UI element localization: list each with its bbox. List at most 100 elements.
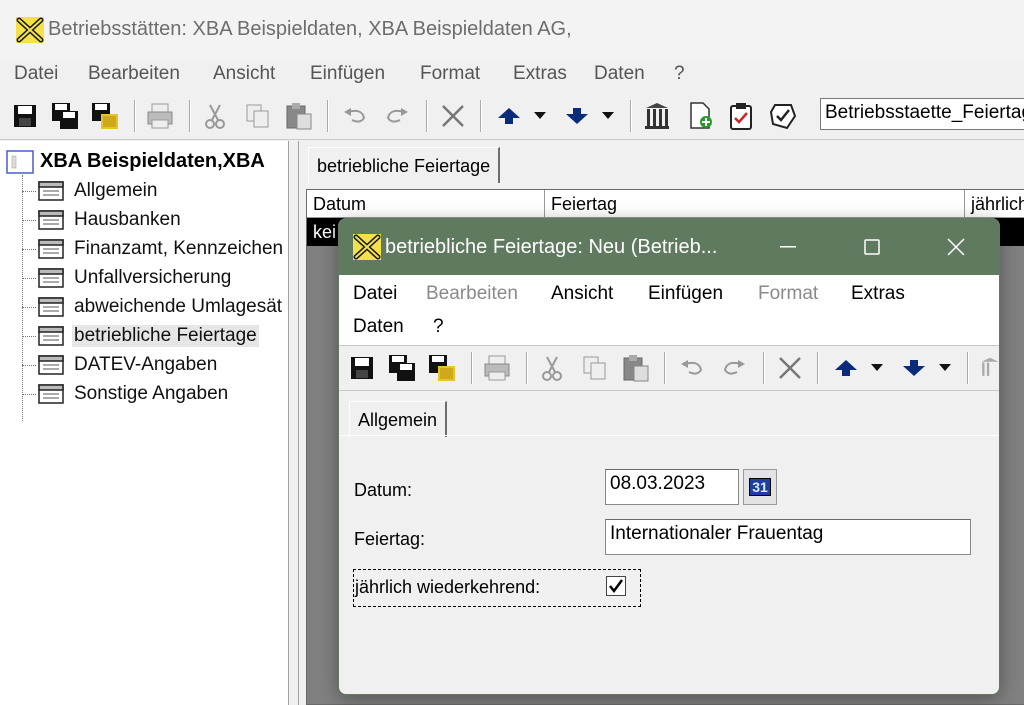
tree-item-label: Sonstige Angaben xyxy=(74,383,229,404)
form-document-icon xyxy=(38,326,64,346)
checkmark-icon xyxy=(609,579,624,594)
menu-extras[interactable]: Extras xyxy=(513,63,567,85)
close-icon[interactable] xyxy=(934,229,978,265)
undo-icon[interactable] xyxy=(677,352,707,384)
tree-item-finanzamt[interactable]: Finanzamt, Kennzeichen xyxy=(22,236,285,262)
dialog-tab-allgemein[interactable]: Allgemein xyxy=(349,401,448,437)
dialog-menu-einfuegen[interactable]: Einfügen xyxy=(648,283,723,305)
tree-item-label: betriebliche Feiertage xyxy=(72,325,259,347)
toolbar-separator xyxy=(327,100,329,132)
tree-item-label: Unfallversicherung xyxy=(74,267,232,288)
menu-ansicht[interactable]: Ansicht xyxy=(213,63,275,85)
menu-einfuegen[interactable]: Einfügen xyxy=(310,63,385,85)
dialog-menu-help[interactable]: ? xyxy=(433,316,444,338)
tree-item-label: Finanzamt, Kennzeichen xyxy=(74,238,284,259)
tree-item-hausbanken[interactable]: Hausbanken xyxy=(22,207,183,233)
menu-format[interactable]: Format xyxy=(420,63,480,85)
tree-root-label[interactable]: XBA Beispieldaten,XBA xyxy=(40,150,265,173)
column-header-jaehrlich[interactable]: jährlich xyxy=(965,190,1024,218)
cut-icon[interactable] xyxy=(537,352,567,384)
toolbar-separator xyxy=(134,100,136,132)
datum-label: Datum: xyxy=(354,480,413,500)
save-icon[interactable] xyxy=(347,352,377,384)
copy-icon[interactable] xyxy=(580,352,610,384)
save-all-icon[interactable] xyxy=(387,352,417,384)
dialog-menu-bearbeiten[interactable]: Bearbeiten xyxy=(426,283,518,305)
library-icon[interactable] xyxy=(979,352,999,384)
menu-bearbeiten[interactable]: Bearbeiten xyxy=(88,63,180,85)
tree-item-feiertage[interactable]: betriebliche Feiertage xyxy=(22,323,259,349)
print-icon[interactable] xyxy=(482,352,512,384)
column-header-feiertag[interactable]: Feiertag xyxy=(545,190,965,218)
toolbar-separator xyxy=(664,352,666,384)
menu-help[interactable]: ? xyxy=(674,63,685,85)
toolbar-separator xyxy=(763,352,765,384)
undo-icon[interactable] xyxy=(340,100,370,132)
clipboard-check-icon[interactable] xyxy=(726,100,756,132)
tree-item-umlagesaetze[interactable]: abweichende Umlagesät xyxy=(22,294,284,320)
calendar-icon: 31 xyxy=(749,478,771,496)
save-icon[interactable] xyxy=(10,100,40,132)
dialog-menu-datei[interactable]: Datei xyxy=(353,283,397,305)
minimize-icon[interactable] xyxy=(766,229,810,265)
feiertag-label: Feiertag: xyxy=(354,529,426,549)
tree-item-sonstige[interactable]: Sonstige Angaben xyxy=(22,381,230,407)
dialog-menu-format[interactable]: Format xyxy=(758,283,818,305)
maximize-icon[interactable] xyxy=(850,229,894,265)
save-all-icon[interactable] xyxy=(50,100,80,132)
column-header-datum[interactable]: Datum xyxy=(307,190,545,218)
calendar-button[interactable]: 31 xyxy=(743,469,777,505)
jaehrlich-checkbox[interactable] xyxy=(606,576,626,596)
dropdown-icon[interactable] xyxy=(596,100,620,132)
library-icon[interactable] xyxy=(642,100,672,132)
dropdown-icon[interactable] xyxy=(865,352,889,384)
print-icon[interactable] xyxy=(145,100,175,132)
menu-daten[interactable]: Daten xyxy=(594,63,645,85)
arrow-down-icon[interactable] xyxy=(562,100,592,132)
form-document-icon xyxy=(38,384,64,404)
arrow-up-icon[interactable] xyxy=(494,100,524,132)
toolbar-separator xyxy=(817,352,819,384)
tab-betriebliche-feiertage[interactable]: betriebliche Feiertage xyxy=(308,147,501,183)
copy-icon[interactable] xyxy=(243,100,273,132)
tree-item-allgemein[interactable]: Allgemein xyxy=(22,178,159,204)
pane-splitter[interactable] xyxy=(289,141,299,705)
toolbar-separator xyxy=(480,100,482,132)
dialog-title-bar: betriebliche Feiertage: Neu (Betrieb... xyxy=(339,219,999,275)
redo-icon[interactable] xyxy=(719,352,749,384)
dropdown-icon[interactable] xyxy=(528,100,552,132)
check-badge-icon[interactable] xyxy=(768,100,798,132)
cut-icon[interactable] xyxy=(200,100,230,132)
tree-item-datev[interactable]: DATEV-Angaben xyxy=(22,352,219,378)
toolbar-view-combo[interactable]: Betriebsstaette_Feiertag xyxy=(820,98,1024,130)
tree-root-icon xyxy=(6,150,34,174)
toolbar-separator xyxy=(967,352,969,384)
dropdown-icon[interactable] xyxy=(933,352,957,384)
toolbar-separator xyxy=(426,100,428,132)
paste-icon[interactable] xyxy=(621,352,651,384)
datum-input[interactable]: 08.03.2023 xyxy=(605,469,739,505)
tree-item-unfallversicherung[interactable]: Unfallversicherung xyxy=(22,265,233,291)
dialog-menu-ansicht[interactable]: Ansicht xyxy=(551,283,613,305)
arrow-down-icon[interactable] xyxy=(899,352,929,384)
toolbar-separator xyxy=(471,352,473,384)
save-close-icon[interactable] xyxy=(90,100,120,132)
redo-icon[interactable] xyxy=(382,100,412,132)
delete-icon[interactable] xyxy=(438,100,468,132)
save-close-icon[interactable] xyxy=(427,352,457,384)
delete-icon[interactable] xyxy=(775,352,805,384)
tree-item-label: abweichende Umlagesät xyxy=(74,296,283,317)
paste-icon[interactable] xyxy=(284,100,314,132)
app-logo-icon xyxy=(16,17,44,43)
main-window-title: Betriebsstätten: XBA Beispieldaten, XBA … xyxy=(48,18,572,40)
new-document-icon[interactable] xyxy=(686,100,716,132)
arrow-up-icon[interactable] xyxy=(831,352,861,384)
feiertag-input[interactable]: Internationaler Frauentag xyxy=(605,519,971,555)
form-document-icon xyxy=(38,297,64,317)
dialog-menu-daten[interactable]: Daten xyxy=(353,316,404,338)
dialog-menu-bar: Datei Bearbeiten Ansicht Einfügen Format… xyxy=(339,275,999,345)
dialog-menu-extras[interactable]: Extras xyxy=(851,283,905,305)
toolbar-separator xyxy=(630,100,632,132)
holiday-dialog: betriebliche Feiertage: Neu (Betrieb... … xyxy=(338,218,1000,695)
menu-datei[interactable]: Datei xyxy=(14,63,58,85)
